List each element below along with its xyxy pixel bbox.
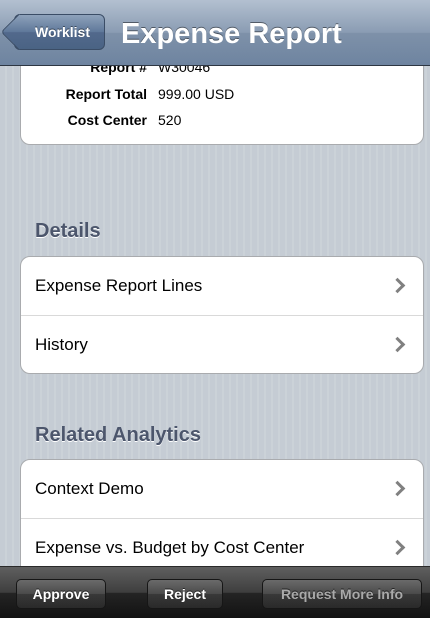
context-demo-cell[interactable]: Context Demo xyxy=(21,460,423,518)
back-button-label: Worklist xyxy=(35,24,90,40)
history-cell[interactable]: History xyxy=(21,315,423,373)
navigation-bar: Worklist Expense Report xyxy=(0,0,430,66)
expense-report-lines-label: Expense Report Lines xyxy=(35,276,203,295)
cost-center-label: Cost Center xyxy=(67,112,147,128)
cost-center-value: 520 xyxy=(158,112,182,128)
approve-button[interactable]: Approve xyxy=(16,579,106,609)
worklist-back-button[interactable]: Worklist xyxy=(14,14,105,50)
request-more-info-button[interactable]: Request More Info xyxy=(262,579,422,609)
report-total-value: 999.00 USD xyxy=(158,86,235,102)
report-total-label: Report Total xyxy=(65,86,147,102)
context-demo-label: Context Demo xyxy=(35,479,144,498)
chevron-right-icon xyxy=(389,277,406,294)
expense-report-lines-cell[interactable]: Expense Report Lines xyxy=(21,257,423,315)
history-label: History xyxy=(35,335,88,354)
chevron-right-icon xyxy=(389,480,406,497)
action-toolbar: Approve Reject Request More Info xyxy=(0,566,430,618)
reject-button[interactable]: Reject xyxy=(147,579,223,609)
page-title: Expense Report xyxy=(121,18,342,50)
details-section-header: Details xyxy=(35,220,101,242)
chevron-right-icon xyxy=(389,539,406,556)
related-analytics-section-header: Related Analytics xyxy=(35,424,201,446)
chevron-right-icon xyxy=(389,336,406,353)
details-group: Expense Report Lines History xyxy=(20,256,424,374)
